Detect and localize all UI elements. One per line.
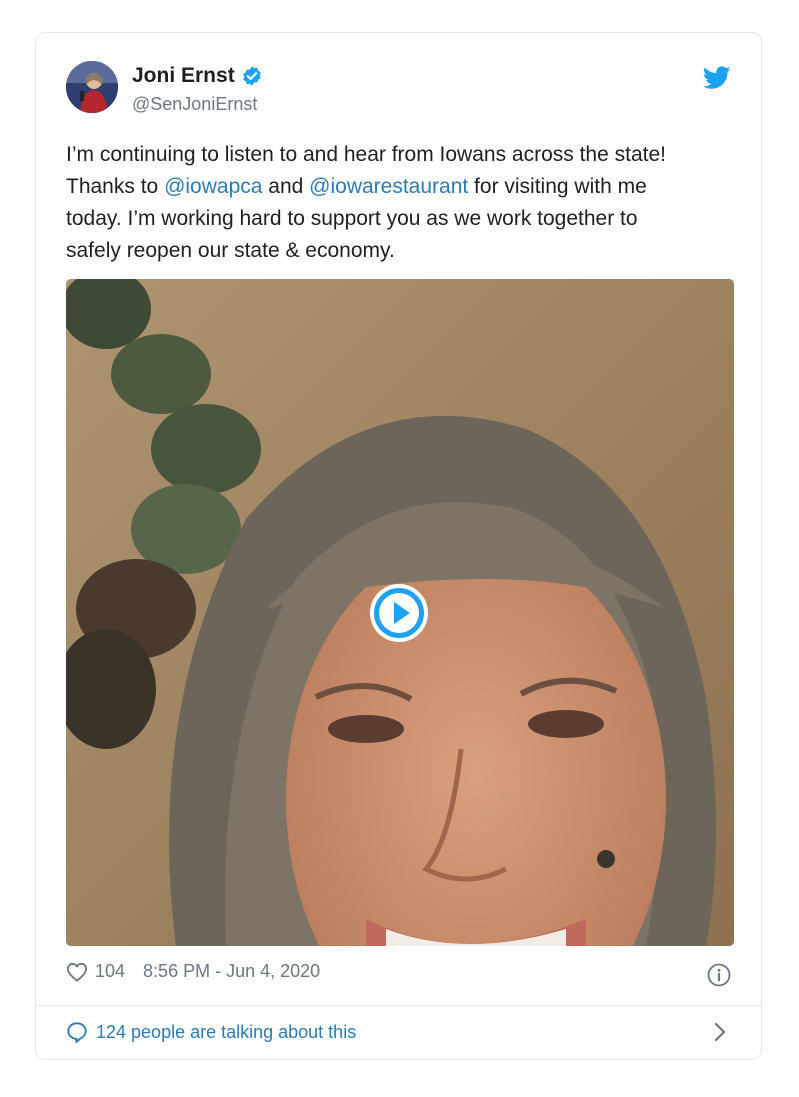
play-icon[interactable] [370,584,428,642]
divider [36,1005,761,1006]
like-count[interactable]: 104 [95,961,125,982]
heart-icon[interactable] [66,962,88,982]
tweet-timestamp[interactable]: 8:56 PM - Jun 4, 2020 [143,961,320,982]
author-name[interactable]: Joni Ernst [132,64,235,88]
chevron-right-icon[interactable] [713,1021,727,1043]
mention-link-iowapca[interactable]: @iowapca [164,175,262,198]
verified-badge-icon [242,66,261,86]
tweet-line-3: today. I’m working hard to support you a… [66,207,638,230]
author-handle[interactable]: @SenJoniErnst [132,94,257,115]
avatar[interactable] [66,61,118,113]
tweet-line-1: I’m continuing to listen to and hear fro… [66,143,666,166]
tweet-text: I’m continuing to listen to and hear fro… [66,139,736,267]
tweet-line-4: safely reopen our state & economy. [66,239,395,262]
speech-bubble-icon [67,1022,87,1043]
tweet-line-2: Thanks to @iowapca and @iowarestaurant f… [66,171,736,203]
talking-about-label[interactable]: 124 people are talking about this [96,1022,356,1043]
tweet-text-fragment: Thanks to [66,175,165,198]
talking-about-link[interactable]: 124 people are talking about this [66,1021,356,1043]
tweet-meta: 104 8:56 PM - Jun 4, 2020 [66,961,320,982]
author-row: Joni Ernst [132,64,263,88]
embedded-tweet-card: Joni Ernst @SenJoniErnst I’m continuing … [35,32,762,1060]
mention-link-iowarestaurant[interactable]: @iowarestaurant [309,175,468,198]
info-icon[interactable] [707,963,731,987]
twitter-bird-icon[interactable] [703,66,731,90]
tweet-text-fragment: for visiting with me [468,175,647,198]
video-media[interactable] [66,279,734,946]
tweet-text-fragment: and [262,175,310,198]
